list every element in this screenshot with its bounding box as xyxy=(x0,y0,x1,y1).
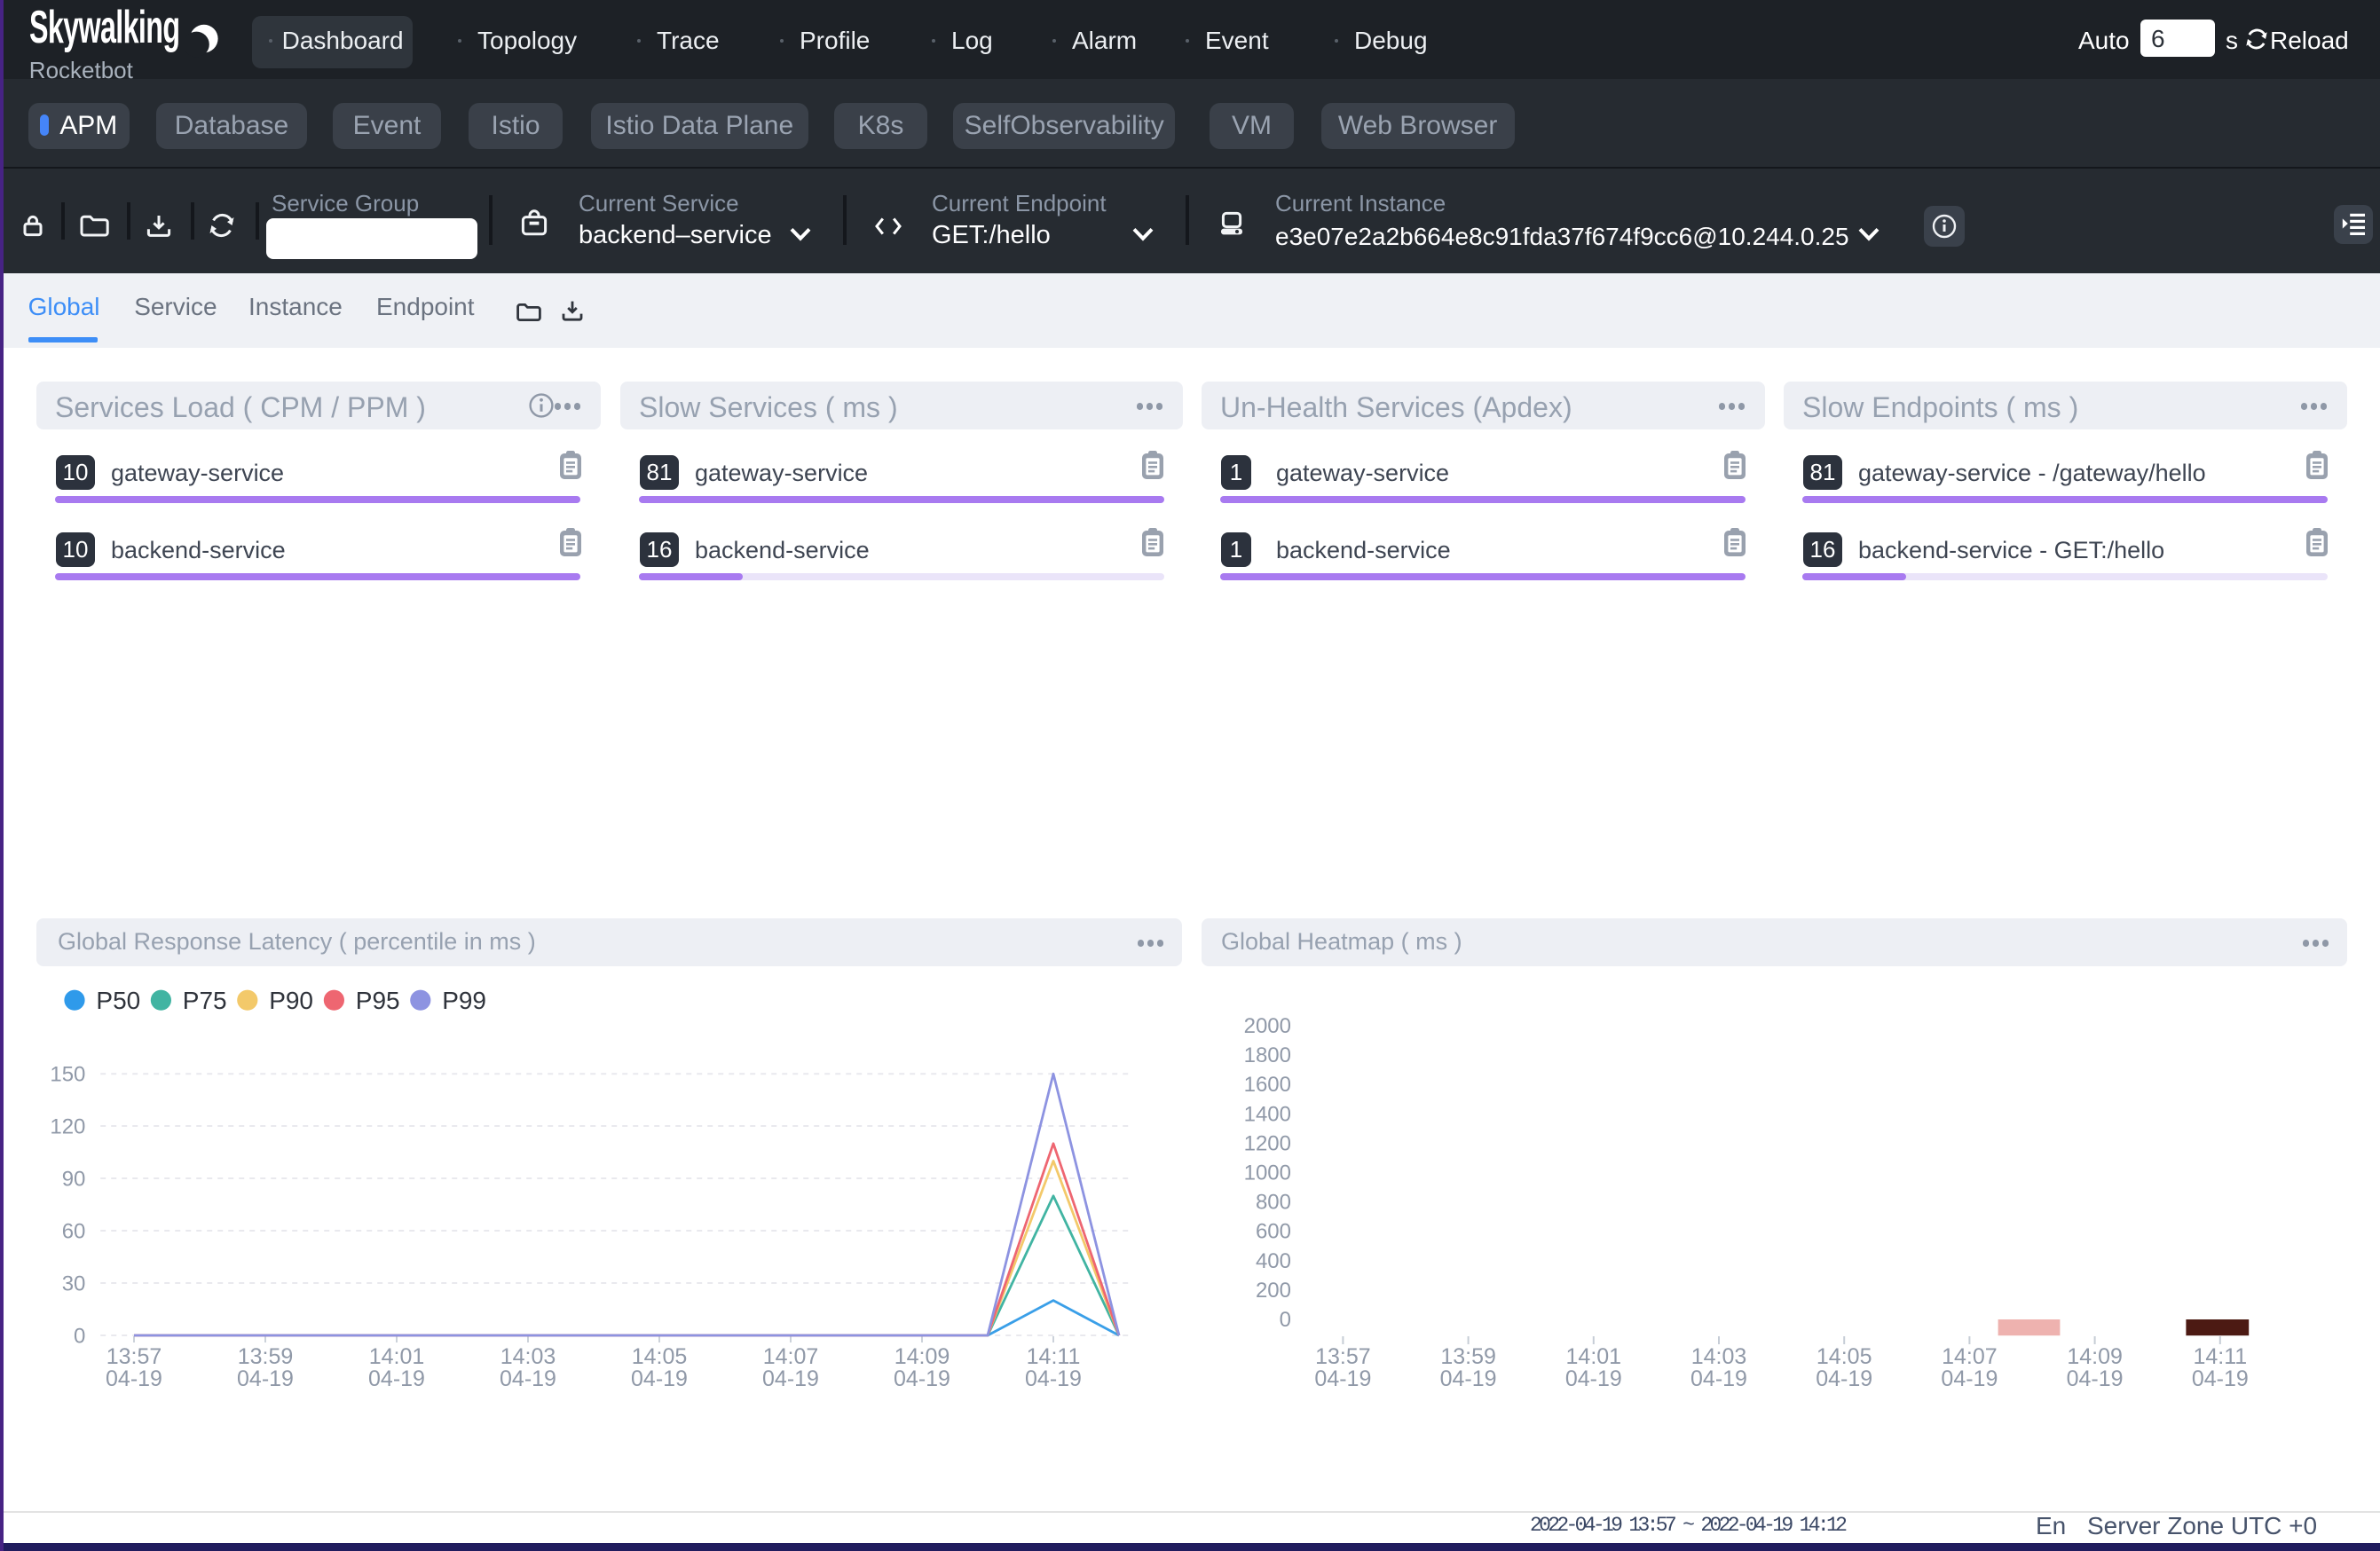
svg-text:13:59: 13:59 xyxy=(1440,1344,1496,1369)
svg-text:2000: 2000 xyxy=(1244,1014,1291,1038)
svg-text:14:05: 14:05 xyxy=(632,1344,688,1369)
svg-text:400: 400 xyxy=(1256,1249,1291,1273)
svg-text:150: 150 xyxy=(50,1063,85,1087)
svg-text:04-19: 04-19 xyxy=(762,1366,819,1391)
svg-text:04-19: 04-19 xyxy=(1025,1366,1082,1391)
svg-text:0: 0 xyxy=(74,1324,85,1348)
svg-text:04-19: 04-19 xyxy=(1816,1366,1872,1391)
svg-text:14:01: 14:01 xyxy=(1566,1344,1622,1369)
svg-text:1400: 1400 xyxy=(1244,1102,1291,1126)
svg-text:14:01: 14:01 xyxy=(369,1344,425,1369)
svg-text:90: 90 xyxy=(62,1167,86,1191)
svg-text:1600: 1600 xyxy=(1244,1073,1291,1097)
svg-text:14:07: 14:07 xyxy=(1942,1344,1998,1369)
svg-text:1800: 1800 xyxy=(1244,1043,1291,1067)
svg-text:1000: 1000 xyxy=(1244,1161,1291,1185)
svg-text:14:03: 14:03 xyxy=(1691,1344,1747,1369)
svg-text:14:09: 14:09 xyxy=(894,1344,950,1369)
svg-text:P90: P90 xyxy=(269,987,313,1014)
svg-text:04-19: 04-19 xyxy=(2067,1366,2124,1391)
svg-text:P50: P50 xyxy=(96,987,140,1014)
svg-text:04-19: 04-19 xyxy=(500,1366,556,1391)
svg-text:13:57: 13:57 xyxy=(106,1344,162,1369)
svg-text:1200: 1200 xyxy=(1244,1131,1291,1155)
svg-text:14:09: 14:09 xyxy=(2067,1344,2123,1369)
svg-text:04-19: 04-19 xyxy=(1941,1366,1998,1391)
svg-text:30: 30 xyxy=(62,1272,86,1295)
svg-text:14:03: 14:03 xyxy=(500,1344,556,1369)
svg-text:04-19: 04-19 xyxy=(106,1366,162,1391)
svg-text:14:07: 14:07 xyxy=(763,1344,819,1369)
svg-text:04-19: 04-19 xyxy=(1565,1366,1622,1391)
svg-text:13:57: 13:57 xyxy=(1315,1344,1371,1369)
svg-text:04-19: 04-19 xyxy=(1690,1366,1747,1391)
svg-text:04-19: 04-19 xyxy=(631,1366,688,1391)
svg-text:04-19: 04-19 xyxy=(2192,1366,2249,1391)
svg-text:04-19: 04-19 xyxy=(894,1366,950,1391)
svg-text:14:05: 14:05 xyxy=(1817,1344,1872,1369)
svg-text:120: 120 xyxy=(50,1114,85,1138)
svg-text:P75: P75 xyxy=(183,987,227,1014)
svg-text:600: 600 xyxy=(1256,1220,1291,1244)
svg-text:13:59: 13:59 xyxy=(238,1344,294,1369)
svg-text:0: 0 xyxy=(1280,1308,1291,1332)
svg-text:P99: P99 xyxy=(442,987,486,1014)
svg-text:200: 200 xyxy=(1256,1279,1291,1303)
svg-text:60: 60 xyxy=(62,1219,86,1243)
svg-text:P95: P95 xyxy=(356,987,400,1014)
svg-text:04-19: 04-19 xyxy=(1440,1366,1497,1391)
svg-text:04-19: 04-19 xyxy=(237,1366,294,1391)
svg-text:04-19: 04-19 xyxy=(1314,1366,1371,1391)
svg-text:800: 800 xyxy=(1256,1191,1291,1215)
svg-text:04-19: 04-19 xyxy=(368,1366,425,1391)
svg-text:14:11: 14:11 xyxy=(1027,1344,1081,1369)
svg-text:14:11: 14:11 xyxy=(2193,1344,2247,1369)
